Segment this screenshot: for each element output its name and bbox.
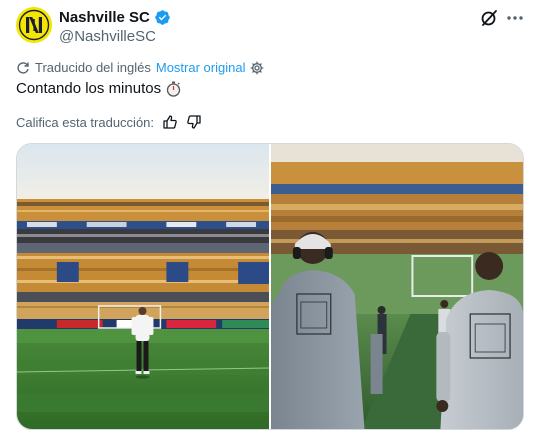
post-text-content: Contando los minutos xyxy=(16,80,162,97)
grok-icon[interactable] xyxy=(480,9,498,27)
verified-badge-icon[interactable] xyxy=(154,9,171,26)
rate-translation: Califica esta traducción: xyxy=(16,114,202,130)
stopwatch-icon xyxy=(166,81,181,97)
thumbs-up-icon[interactable] xyxy=(162,114,178,130)
avatar[interactable] xyxy=(16,7,52,43)
show-original-link[interactable]: Mostrar original xyxy=(156,60,246,75)
display-name[interactable]: Nashville SC xyxy=(59,9,150,26)
more-icon[interactable] xyxy=(505,9,525,27)
nashville-sc-logo xyxy=(16,7,52,43)
translation-notice-text: Traducido del inglés xyxy=(35,60,151,75)
players-tunnel-photo[interactable] xyxy=(271,144,523,430)
rate-translation-prompt: Califica esta traducción: xyxy=(16,114,155,130)
stadium-field-photo[interactable] xyxy=(17,144,269,430)
gear-icon[interactable] xyxy=(250,61,264,75)
author-name-row[interactable]: Nashville SC xyxy=(59,9,171,26)
author-handle[interactable]: @NashvilleSC xyxy=(59,28,156,45)
translate-icon xyxy=(16,61,30,75)
translation-notice: Traducido del inglés Mostrar original xyxy=(16,60,264,75)
post-text: Contando los minutos xyxy=(16,80,181,97)
thumbs-down-icon[interactable] xyxy=(186,114,202,130)
media-grid xyxy=(16,143,524,430)
post: Nashville SC @NashvilleSC Traducido del … xyxy=(0,0,535,441)
